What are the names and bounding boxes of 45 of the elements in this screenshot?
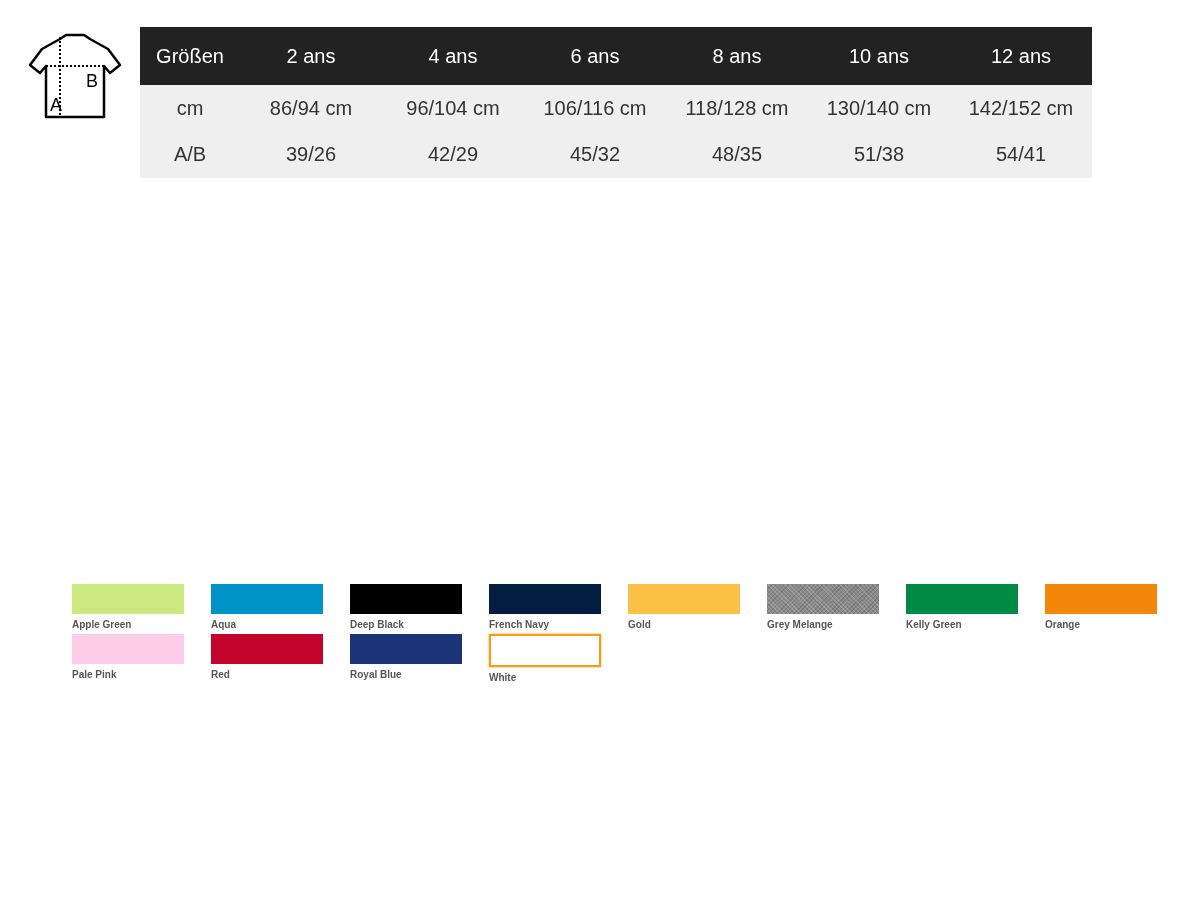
color-swatch[interactable] xyxy=(767,584,879,614)
color-swatch[interactable] xyxy=(72,584,184,614)
column-header: 8 ans xyxy=(666,27,808,85)
color-name: Orange xyxy=(1045,619,1081,630)
table-cell: 86/94 cm xyxy=(240,85,382,132)
color-name: French Navy xyxy=(489,619,551,630)
table-cell: 106/116 cm xyxy=(524,85,666,132)
column-header: 12 ans xyxy=(950,27,1092,85)
color-name: Apple Green xyxy=(72,619,133,630)
color-swatch[interactable] xyxy=(211,584,323,614)
column-header: 10 ans xyxy=(808,27,950,85)
table-cell: 48/35 xyxy=(666,131,808,178)
table-cell: 142/152 cm xyxy=(950,85,1092,132)
color-name: Gold xyxy=(628,619,652,630)
color-name: Deep Black xyxy=(350,619,405,630)
table-cell: A/B xyxy=(140,131,240,178)
color-name: White xyxy=(489,672,518,683)
table-cell: 130/140 cm xyxy=(808,85,950,132)
color-swatch[interactable] xyxy=(628,584,740,614)
table-cell: 45/32 xyxy=(524,131,666,178)
color-name: Royal Blue xyxy=(350,669,403,680)
color-name: Kelly Green xyxy=(906,619,963,630)
color-name: Grey Melange xyxy=(767,619,834,630)
color-swatch[interactable] xyxy=(350,584,462,614)
table-cell: cm xyxy=(140,85,240,132)
color-name: Aqua xyxy=(211,619,237,630)
table-cell: 51/38 xyxy=(808,131,950,178)
color-swatch[interactable] xyxy=(1045,584,1157,614)
color-swatch[interactable] xyxy=(489,584,601,614)
column-header: Größen xyxy=(140,27,240,85)
color-swatch[interactable] xyxy=(906,584,1018,614)
table-cell: 96/104 cm xyxy=(382,85,524,132)
table-cell: 42/29 xyxy=(382,131,524,178)
color-swatch[interactable] xyxy=(72,634,184,664)
color-name: Pale Pink xyxy=(72,669,118,680)
table-cell: 54/41 xyxy=(950,131,1092,178)
table-cell: 118/128 cm xyxy=(666,85,808,132)
table-cell: 39/26 xyxy=(240,131,382,178)
column-header: 6 ans xyxy=(524,27,666,85)
color-name: Red xyxy=(211,669,231,680)
color-swatch[interactable] xyxy=(350,634,462,664)
color-swatch[interactable] xyxy=(211,634,323,664)
column-header: 4 ans xyxy=(382,27,524,85)
column-header: 2 ans xyxy=(240,27,382,85)
color-swatch[interactable] xyxy=(489,634,601,667)
